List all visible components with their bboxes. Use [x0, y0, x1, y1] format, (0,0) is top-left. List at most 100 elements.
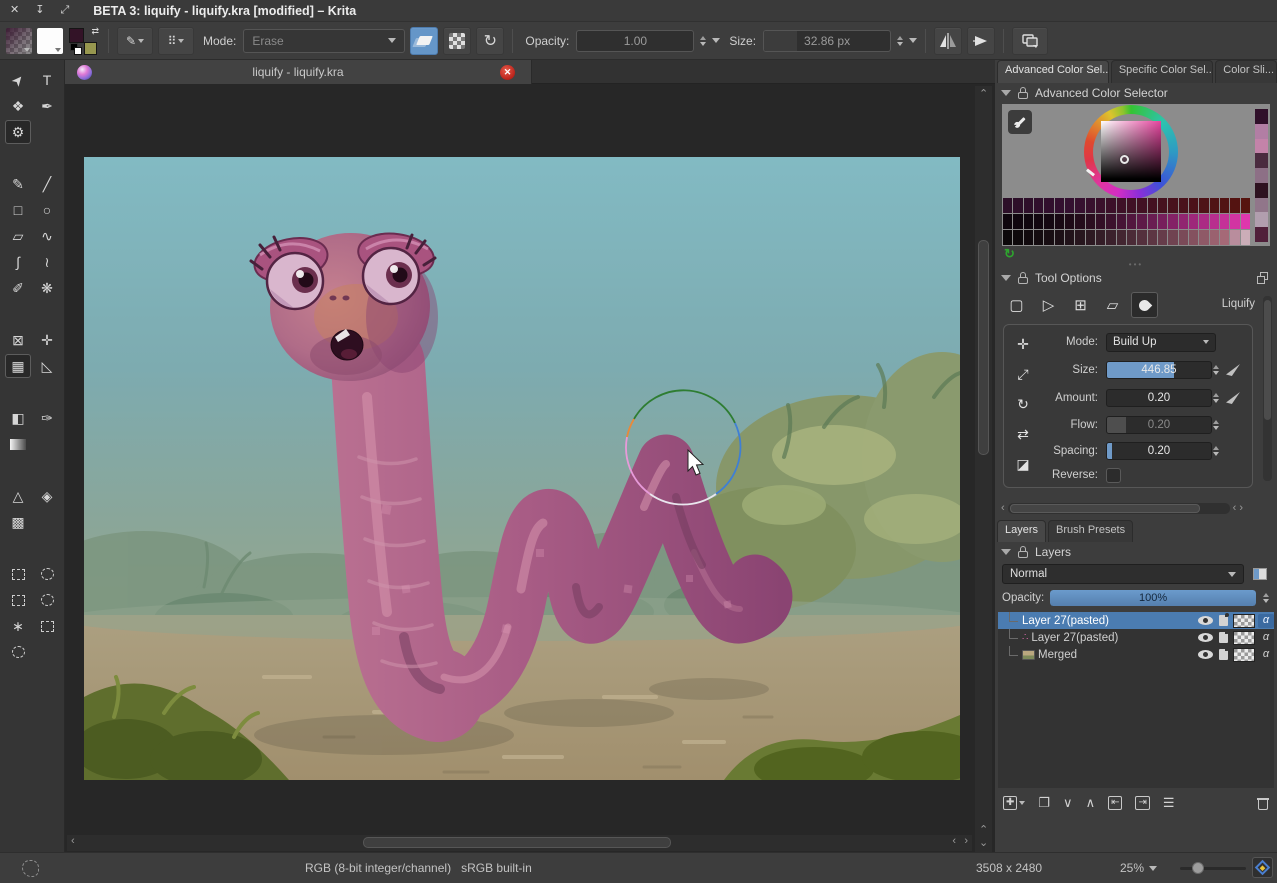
palette-swatch[interactable] [1106, 198, 1115, 213]
tool-freehand-brush[interactable]: ✎ [5, 172, 31, 196]
shade-swatch[interactable] [1255, 183, 1268, 198]
liquify-flow-slider[interactable]: 0.20 [1106, 416, 1212, 434]
saturation-value-square[interactable] [1101, 121, 1161, 182]
minimize-window-icon[interactable]: ↧ [35, 5, 44, 16]
alpha-channel-icon[interactable]: α [1258, 648, 1274, 662]
palette-swatch[interactable] [1210, 214, 1219, 229]
tool-fill[interactable]: ◧ [5, 406, 31, 430]
tool-dynamic-brush[interactable]: ✐ [5, 276, 31, 300]
layer-row[interactable]: Layer 27(pasted)α [998, 612, 1274, 629]
tool-assistants[interactable]: △ [5, 484, 31, 508]
close-document-icon[interactable]: ✕ [500, 65, 515, 80]
liquify-mode-button[interactable] [1131, 292, 1158, 318]
canvas-vertical-scrollbar[interactable]: ⌃ ⌃ ⌄ [975, 86, 992, 852]
palette-swatch[interactable] [1075, 214, 1084, 229]
palette-swatch[interactable] [1106, 230, 1115, 245]
palette-swatch[interactable] [1096, 198, 1105, 213]
gradient-chooser-button[interactable] [6, 28, 32, 54]
palette-swatch[interactable] [1210, 230, 1219, 245]
palette-swatch[interactable] [1065, 198, 1074, 213]
palette-swatch[interactable] [1179, 214, 1188, 229]
tool-edit-shapes[interactable]: ❖ [5, 94, 31, 118]
palette-swatch[interactable] [1179, 230, 1188, 245]
tab-layers[interactable]: Layers [997, 520, 1046, 542]
layer-opacity-slider[interactable]: 100% [1050, 590, 1256, 606]
close-window-icon[interactable]: ✕ [10, 5, 19, 16]
move-layer-right-button[interactable]: ⇥ [1135, 796, 1149, 810]
palette-swatch[interactable] [1003, 214, 1012, 229]
tool-path-select[interactable] [34, 614, 60, 638]
tab-brush-presets[interactable]: Brush Presets [1048, 520, 1133, 542]
palette-swatch[interactable] [1137, 214, 1146, 229]
scroll-left-icon[interactable]: ‹ [1001, 503, 1005, 514]
palette-swatch[interactable] [1034, 214, 1043, 229]
size-spinner[interactable] [897, 36, 903, 46]
palette-swatch[interactable] [1241, 230, 1250, 245]
tool-transform[interactable]: ▦ [5, 354, 31, 378]
zoom-slider-knob[interactable] [1192, 862, 1204, 874]
palette-swatch[interactable] [1220, 198, 1229, 213]
layer-opacity-spinner[interactable] [1263, 593, 1269, 603]
tool-polygon[interactable]: ▱ [5, 224, 31, 248]
palette-swatch[interactable] [1075, 230, 1084, 245]
palette-swatch[interactable] [1199, 198, 1208, 213]
palette-swatch[interactable] [1086, 214, 1095, 229]
tab-advanced-color-selector[interactable]: Advanced Color Sel... [997, 60, 1109, 83]
tool-rectangle[interactable]: □ [5, 198, 31, 222]
reset-colors-swatch[interactable] [70, 43, 82, 55]
palette-swatch[interactable] [1127, 230, 1136, 245]
tool-rect-select[interactable] [5, 562, 31, 586]
opacity-dropdown-icon[interactable] [712, 38, 720, 43]
palette-swatch[interactable] [1086, 230, 1095, 245]
tool-ellipse[interactable]: ○ [34, 198, 60, 222]
warp-mode-button[interactable]: ⊞ [1067, 292, 1094, 318]
palette-swatch[interactable] [1189, 230, 1198, 245]
opacity-spinner[interactable] [700, 36, 706, 46]
collapse-icon[interactable] [1001, 549, 1011, 555]
tool-color-sampler[interactable]: ✑ [34, 406, 60, 430]
brush-presets-button[interactable]: ⠿ [158, 27, 194, 55]
tool-magnetic-select[interactable] [5, 640, 31, 664]
shade-swatch[interactable] [1255, 168, 1268, 183]
refresh-colors-icon[interactable]: ↻ [1004, 247, 1015, 260]
palette-swatch[interactable] [1065, 230, 1074, 245]
swap-colors-icon[interactable]: ⇄ [91, 26, 99, 37]
add-layer-button[interactable]: ✚ [1003, 796, 1025, 810]
palette-swatch[interactable] [1003, 198, 1012, 213]
tab-color-sliders[interactable]: Color Sli... [1215, 60, 1277, 83]
palette-swatch[interactable] [1117, 214, 1126, 229]
mirror-vertical-button[interactable] [967, 27, 995, 55]
move-layer-down-button[interactable]: ∨ [1063, 795, 1073, 811]
scroll-down-icon[interactable]: ⌄ [979, 838, 988, 849]
layer-row[interactable]: Mergedα [998, 646, 1274, 663]
tool-freehand-select[interactable] [34, 588, 60, 612]
palette-swatch[interactable] [1168, 230, 1177, 245]
erase-mode-button[interactable] [410, 27, 438, 55]
collapse-icon[interactable] [1001, 275, 1011, 281]
palette-swatch[interactable] [1055, 230, 1064, 245]
layer-properties-button[interactable]: ☰ [1163, 795, 1175, 811]
layer-row[interactable]: ∴Layer 27(pasted)α [998, 629, 1274, 646]
color-history-grid[interactable] [1003, 198, 1250, 245]
layer-thumbnail[interactable] [1233, 614, 1255, 628]
tool-select-shapes[interactable]: ➤ [5, 68, 31, 92]
palette-swatch[interactable] [1096, 230, 1105, 245]
scroll-left-icon[interactable]: ‹ [952, 836, 956, 847]
pattern-chooser-button[interactable] [37, 28, 63, 54]
palette-swatch[interactable] [1055, 214, 1064, 229]
opacity-slider[interactable]: 1.00 [576, 30, 694, 52]
palette-swatch[interactable] [1137, 230, 1146, 245]
shade-swatch[interactable] [1255, 124, 1268, 139]
liquify-offset-button[interactable]: ⇄ [1011, 423, 1035, 445]
palette-swatch[interactable] [1241, 214, 1250, 229]
palette-swatch[interactable] [1003, 230, 1012, 245]
lock-icon[interactable] [1017, 272, 1029, 284]
palette-swatch[interactable] [1148, 214, 1157, 229]
liquify-size-slider[interactable]: 446.85 [1106, 361, 1212, 379]
liquify-erase-button[interactable]: ◪ [1011, 453, 1035, 475]
palette-swatch[interactable] [1158, 198, 1167, 213]
palette-swatch[interactable] [1241, 198, 1250, 213]
blend-mode-dropdown[interactable]: Erase [243, 29, 405, 53]
tool-calligraphy[interactable]: ✒ [34, 94, 60, 118]
layer-thumbnail[interactable] [1233, 648, 1255, 662]
